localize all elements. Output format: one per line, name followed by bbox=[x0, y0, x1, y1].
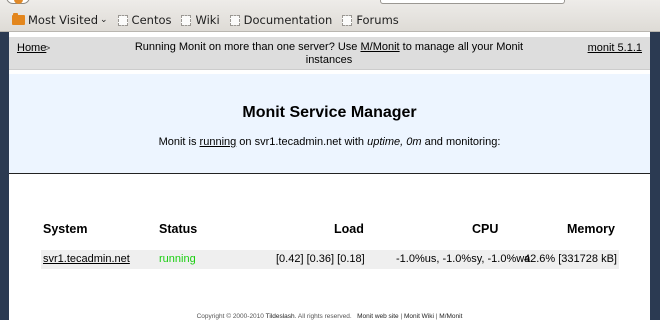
bookmark-documentation[interactable]: Documentation bbox=[229, 13, 333, 27]
system-host-link[interactable]: svr1.tecadmin.net bbox=[43, 253, 130, 265]
mmonit-promo: Running Monit on more than one server? U… bbox=[129, 41, 529, 67]
tildeslash-link[interactable]: Tildeslash bbox=[266, 313, 295, 320]
status-mid: on svr1.tecadmin.net with bbox=[236, 136, 368, 148]
status-badge: running bbox=[159, 253, 196, 265]
bookmark-wiki[interactable]: Wiki bbox=[181, 13, 220, 27]
promo-text-before: Running Monit on more than one server? U… bbox=[134, 41, 361, 53]
bookmark-label: Wiki bbox=[195, 13, 220, 27]
cpu-value: -1.0%us, -1.0%sy, -1.0%wa bbox=[396, 253, 531, 265]
bookmark-centos[interactable]: Centos bbox=[117, 13, 172, 27]
bookmark-forums[interactable]: Forums bbox=[342, 13, 399, 27]
breadcrumb-separator: > bbox=[45, 43, 51, 53]
bookmark-most-visited[interactable]: Most Visited ⌄ bbox=[12, 13, 108, 27]
header-panel: Monit Service Manager Monit is running o… bbox=[9, 74, 650, 174]
uptime-text: uptime, 0m bbox=[367, 136, 422, 148]
page-title: Monit Service Manager bbox=[242, 104, 417, 121]
bookmarks-bar: Most Visited ⌄ Centos Wiki Documentation… bbox=[0, 10, 409, 30]
status-word: running bbox=[199, 136, 237, 148]
search-field[interactable] bbox=[380, 0, 565, 4]
bookmark-label: Centos bbox=[131, 13, 172, 27]
monit-website-link[interactable]: Monit web site bbox=[357, 313, 399, 320]
page-icon bbox=[229, 14, 240, 26]
page-icon bbox=[181, 14, 192, 26]
version-link[interactable]: monit 5.1.1 bbox=[588, 42, 642, 54]
browser-frame: Most Visited ⌄ Centos Wiki Documentation… bbox=[0, 0, 660, 320]
back-button[interactable] bbox=[6, 0, 30, 4]
page-viewport: Home > Running Monit on more than one se… bbox=[9, 32, 650, 320]
chevron-down-icon: ⌄ bbox=[100, 15, 108, 25]
copyright-text: Copyright © 2000-2010 bbox=[196, 313, 266, 320]
bookmark-label: Most Visited bbox=[28, 13, 98, 27]
home-link[interactable]: Home bbox=[17, 42, 46, 54]
footer: Copyright © 2000-2010 Tildeslash. All ri… bbox=[9, 313, 650, 320]
memory-value: 42.6% [331728 kB] bbox=[524, 253, 617, 265]
page-icon bbox=[117, 14, 128, 26]
column-header-load: Load bbox=[334, 222, 364, 236]
column-header-memory: Memory bbox=[567, 222, 615, 236]
bookmark-label: Documentation bbox=[243, 13, 333, 27]
browser-toolbar: Most Visited ⌄ Centos Wiki Documentation… bbox=[0, 0, 660, 32]
mmonit-footer-link[interactable]: M/Monit bbox=[439, 313, 462, 320]
page-icon bbox=[342, 14, 353, 26]
bookmark-label: Forums bbox=[356, 13, 399, 27]
nav-bar: Home > Running Monit on more than one se… bbox=[9, 37, 650, 70]
table-row: svr1.tecadmin.net running [0.42] [0.36] … bbox=[41, 250, 619, 269]
column-header-cpu: CPU bbox=[472, 222, 499, 236]
rights-text: . All rights reserved. bbox=[294, 313, 352, 320]
column-header-status: Status bbox=[159, 222, 198, 236]
status-prefix: Monit is bbox=[158, 136, 200, 148]
status-suffix: and monitoring: bbox=[421, 136, 501, 148]
load-value: [0.42] [0.36] [0.18] bbox=[276, 253, 365, 265]
mmonit-link[interactable]: M/Monit bbox=[360, 41, 399, 53]
monit-wiki-link[interactable]: Monit Wiki bbox=[404, 313, 434, 320]
back-icon bbox=[14, 0, 23, 4]
folder-icon bbox=[12, 13, 25, 25]
status-line: Monit is running on svr1.tecadmin.net wi… bbox=[9, 136, 650, 148]
column-header-system: System bbox=[43, 222, 88, 236]
